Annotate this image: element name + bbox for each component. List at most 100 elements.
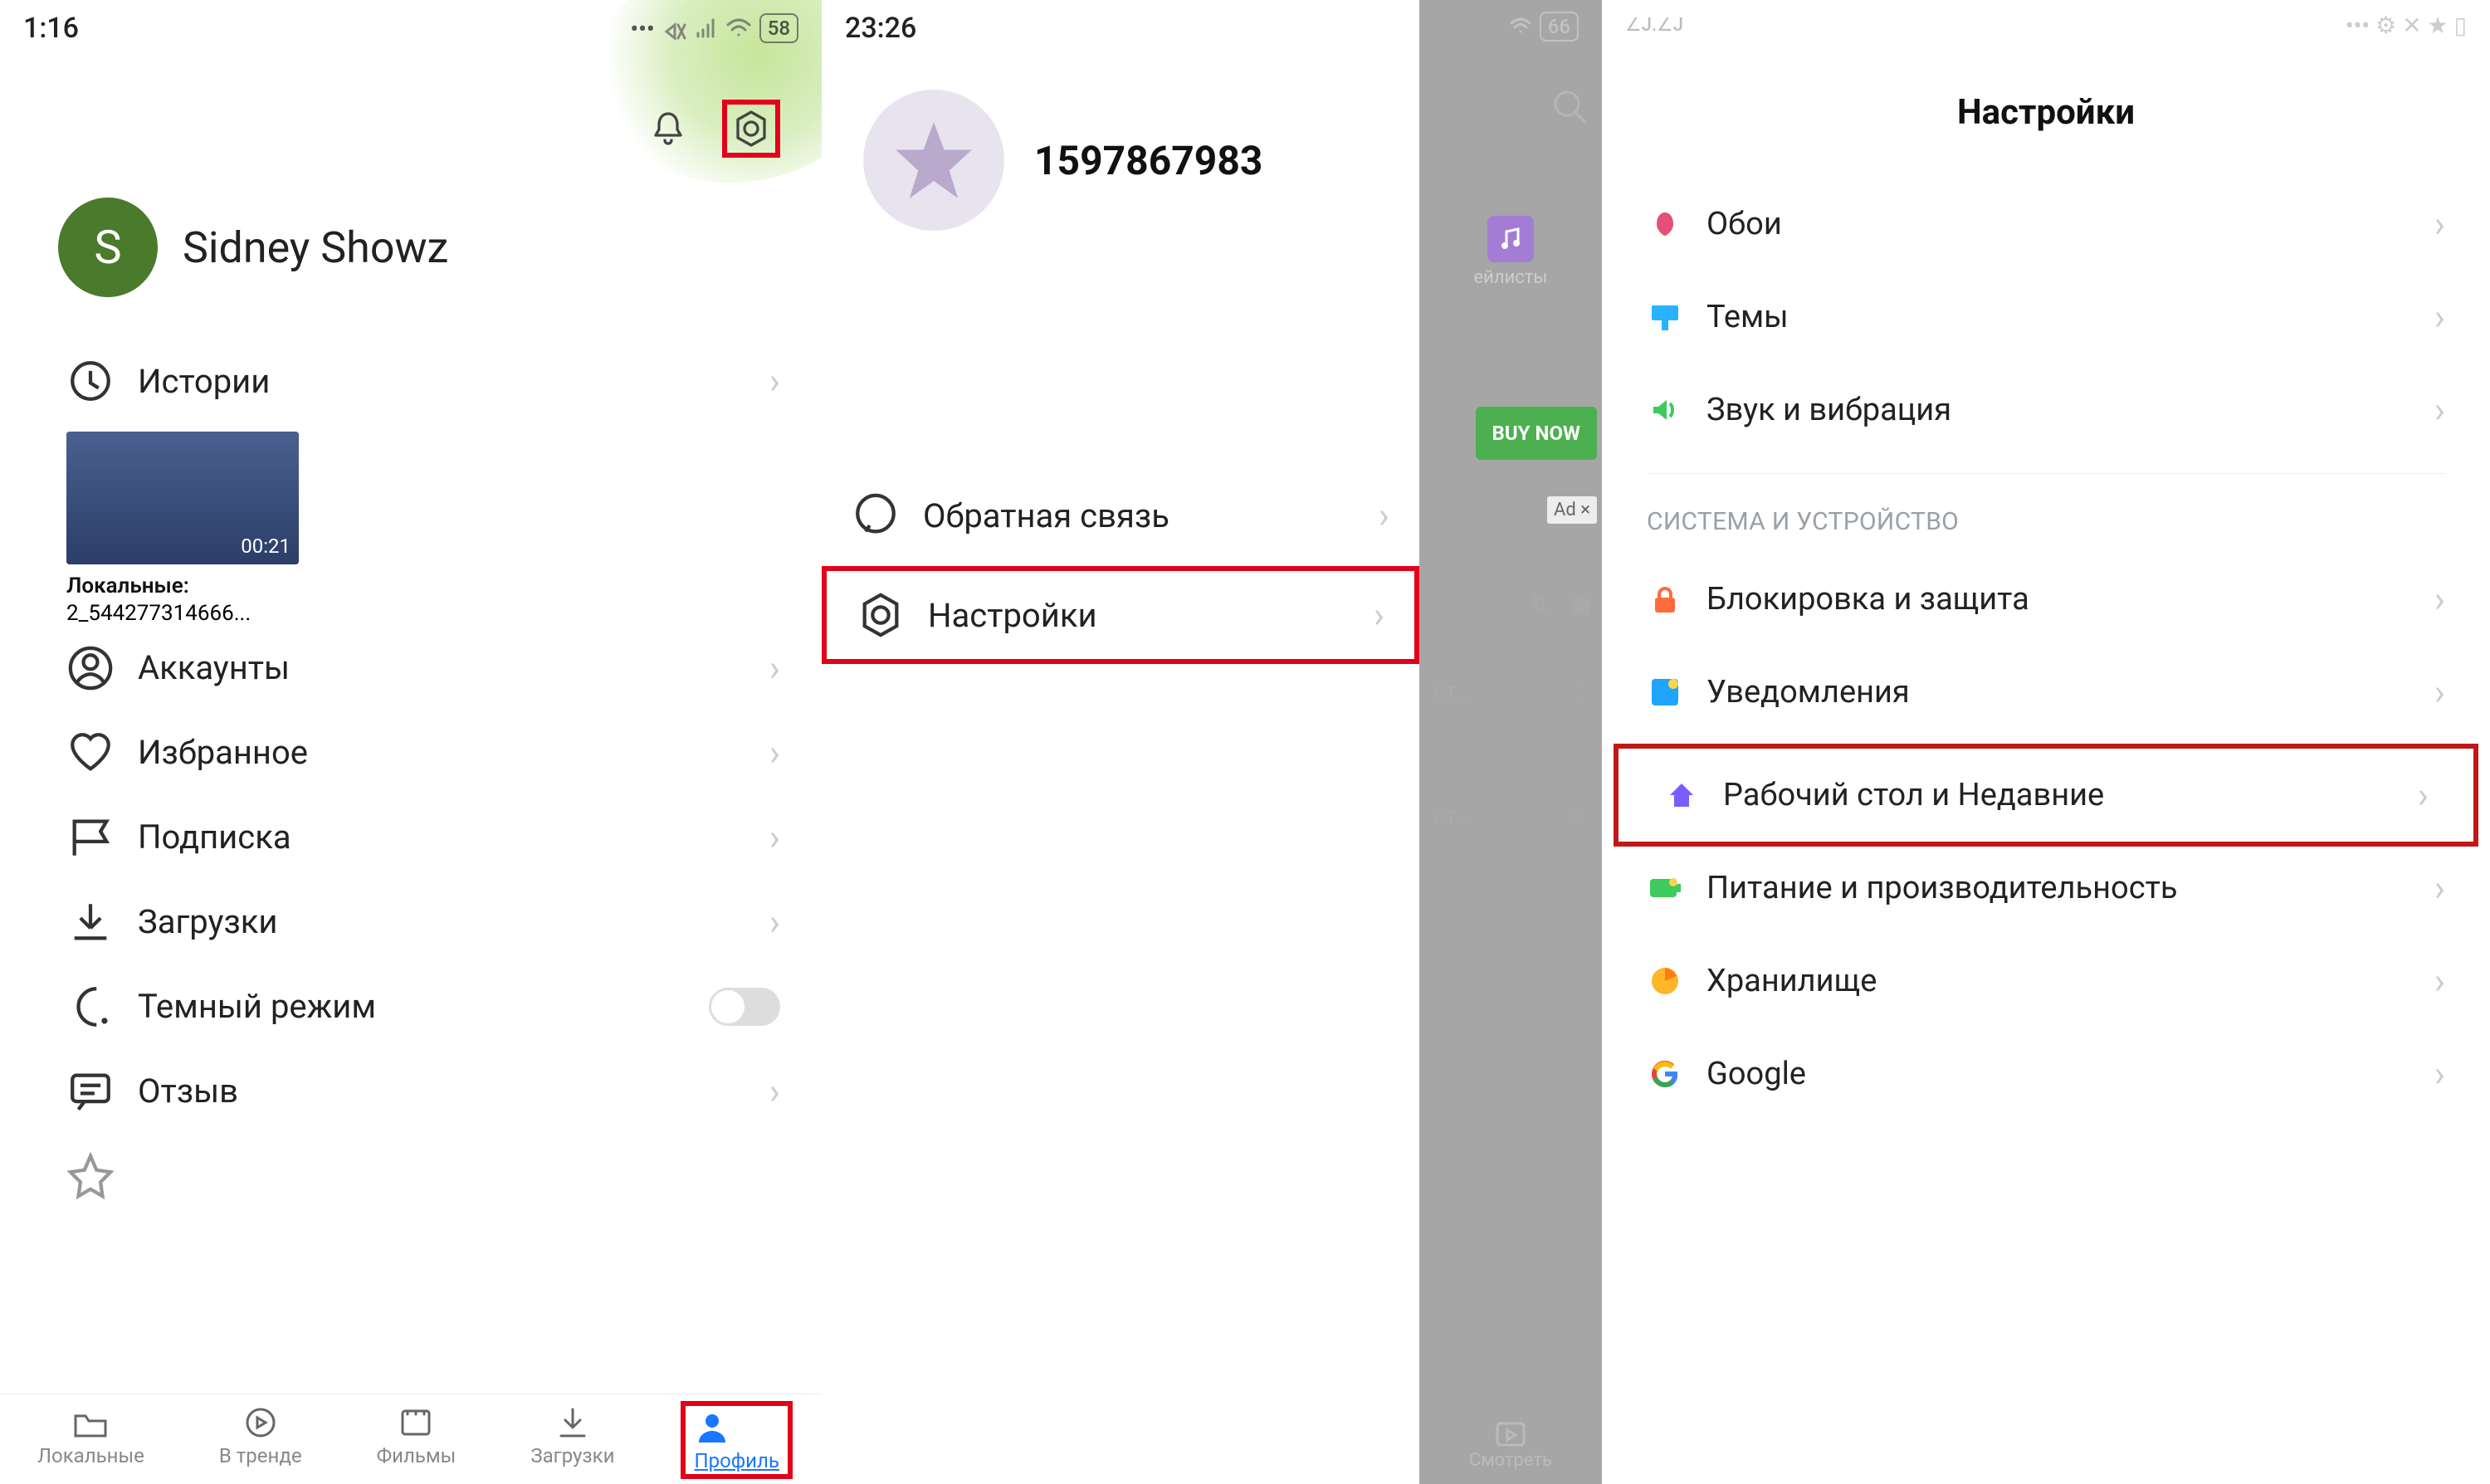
chevron-right-icon xyxy=(2434,959,2445,1003)
menu-label: Аккаунты xyxy=(138,648,290,687)
nav-trending[interactable]: В тренде xyxy=(219,1406,302,1477)
wallpaper-icon xyxy=(1647,206,1683,242)
wifi-icon xyxy=(1510,17,1531,37)
settings-lock[interactable]: Блокировка и защита xyxy=(1602,553,2490,646)
sort-controls[interactable]: ⇅ ▦ xyxy=(1419,581,1602,629)
notifications-icon xyxy=(1647,674,1683,710)
chevron-right-icon xyxy=(2434,1052,2445,1096)
chevron-right-icon xyxy=(769,359,780,403)
clock: 23:26 xyxy=(845,12,916,45)
playlists-tile[interactable]: ейлисты xyxy=(1419,216,1602,288)
chevron-right-icon xyxy=(769,901,780,944)
screen-profile: 1:16 ••• 58 S Sidney Showz Истории xyxy=(0,0,822,1484)
menu-dark-mode[interactable]: Темный режим xyxy=(0,964,822,1049)
menu-label: Обои xyxy=(1706,206,1782,242)
settings-sound[interactable]: Звук и вибрация xyxy=(1602,364,2490,456)
ad-badge[interactable]: Ad × xyxy=(1547,496,1597,524)
menu-label: Питание и производительность xyxy=(1706,870,2178,906)
nav-label: Фильмы xyxy=(377,1444,456,1467)
menu-feedback[interactable]: Обратная связь xyxy=(822,471,1419,559)
account-header[interactable]: 1597867983 xyxy=(822,56,1419,264)
menu-accounts[interactable]: Аккаунты xyxy=(0,626,822,710)
chevron-right-icon xyxy=(2434,388,2445,432)
grid-icon[interactable]: ▦ xyxy=(1571,593,1592,618)
chevron-right-icon xyxy=(2434,203,2445,246)
nav-label: Загрузки xyxy=(530,1444,614,1467)
status-right: ••• 58 xyxy=(630,13,798,43)
menu-label: Истории xyxy=(138,362,270,401)
screen-overlay-back: 66 ейлисты BUY NOW Ad × ⇅ ▦ ст... ⋮ ст..… xyxy=(1419,0,1602,1484)
gear-icon xyxy=(857,591,905,639)
flag-icon xyxy=(66,813,115,862)
play-rect-icon xyxy=(1494,1420,1527,1450)
nav-watch[interactable]: Смотреть xyxy=(1419,1420,1602,1471)
gear-icon xyxy=(731,109,771,149)
bell-icon xyxy=(648,109,688,149)
menu-settings[interactable]: Настройки xyxy=(822,566,1419,664)
profile-menu: Истории 00:21 Локальные: 2_544277314666.… xyxy=(0,339,822,1200)
settings-storage[interactable]: Хранилище xyxy=(1602,935,2490,1028)
settings-notifications[interactable]: Уведомления xyxy=(1602,646,2490,739)
bottom-nav: Локальные В тренде Фильмы Загрузки Профи… xyxy=(0,1394,822,1484)
menu-label: Уведомления xyxy=(1706,674,1910,710)
menu-favorites[interactable]: Избранное xyxy=(0,710,822,795)
video-caption-header: Локальные: xyxy=(66,573,755,601)
profile-header[interactable]: S Sidney Showz xyxy=(0,189,822,305)
screen-account: 23:26 1597867983 Обратная связь Настройк… xyxy=(822,0,1419,1484)
video-thumbnail[interactable]: 00:21 xyxy=(66,432,299,564)
menu-subscription[interactable]: Подписка xyxy=(0,795,822,880)
moon-icon xyxy=(66,983,115,1031)
clock: 1:16 xyxy=(23,12,79,45)
nav-downloads[interactable]: Загрузки xyxy=(530,1406,614,1477)
menu-downloads[interactable]: Загрузки xyxy=(0,880,822,964)
menu-feedback[interactable]: Отзыв xyxy=(0,1049,822,1134)
more-icon[interactable]: ⋮ xyxy=(1565,803,1587,828)
video-duration: 00:21 xyxy=(241,535,290,558)
settings-power[interactable]: Питание и производительность xyxy=(1602,842,2490,935)
dark-mode-toggle[interactable] xyxy=(709,988,780,1026)
sound-icon xyxy=(1647,392,1683,428)
music-icon xyxy=(1487,216,1534,262)
menu-label: Google xyxy=(1706,1056,1806,1092)
star-icon xyxy=(892,119,975,202)
menu-label: Обратная связь xyxy=(923,496,1169,535)
nav-profile[interactable]: Профиль xyxy=(689,1406,784,1477)
settings-home-recent[interactable]: Рабочий стол и Недавние xyxy=(1618,749,2473,842)
battery-icon xyxy=(1647,870,1683,906)
nav-local[interactable]: Локальные xyxy=(37,1406,144,1477)
menu-label: Отзыв xyxy=(138,1072,238,1111)
page-title: Настройки xyxy=(1602,51,2490,178)
nav-label: Локальные xyxy=(37,1444,144,1467)
settings-button[interactable] xyxy=(722,100,780,158)
settings-themes[interactable]: Темы xyxy=(1602,271,2490,364)
status-bar: 23:26 xyxy=(822,0,1419,56)
chevron-right-icon xyxy=(2434,295,2445,339)
menu-cut[interactable] xyxy=(0,1134,822,1200)
account-menu: Обратная связь Настройки xyxy=(822,471,1419,664)
chevron-right-icon xyxy=(769,647,780,690)
themes-icon xyxy=(1647,299,1683,335)
comment-icon xyxy=(66,1067,115,1115)
more-icon[interactable]: ⋮ xyxy=(1565,679,1587,704)
stories-preview[interactable]: 00:21 Локальные: 2_544277314666... xyxy=(0,432,822,626)
menu-stories[interactable]: Истории xyxy=(0,339,822,423)
buy-button[interactable]: BUY NOW xyxy=(1476,407,1597,460)
home-icon xyxy=(1663,777,1700,813)
notifications-button[interactable] xyxy=(639,100,697,158)
mute-icon xyxy=(663,17,686,40)
section-system: СИСТЕМА И УСТРОЙСТВО xyxy=(1602,474,2490,553)
nav-label: Профиль xyxy=(694,1449,779,1472)
settings-google[interactable]: Google xyxy=(1602,1028,2490,1096)
storage-icon xyxy=(1647,963,1683,999)
sort-icon[interactable]: ⇅ xyxy=(1531,593,1549,618)
avatar: S xyxy=(58,198,158,297)
chevron-right-icon xyxy=(2434,671,2445,714)
nav-label: Смотреть xyxy=(1469,1450,1552,1471)
chat-icon xyxy=(852,491,900,539)
google-icon xyxy=(1647,1056,1683,1092)
search-icon[interactable] xyxy=(1550,87,1590,127)
star-icon xyxy=(66,1152,115,1200)
menu-label: Подписка xyxy=(138,818,291,857)
settings-wallpaper[interactable]: Обои xyxy=(1602,178,2490,271)
nav-movies[interactable]: Фильмы xyxy=(377,1406,456,1477)
